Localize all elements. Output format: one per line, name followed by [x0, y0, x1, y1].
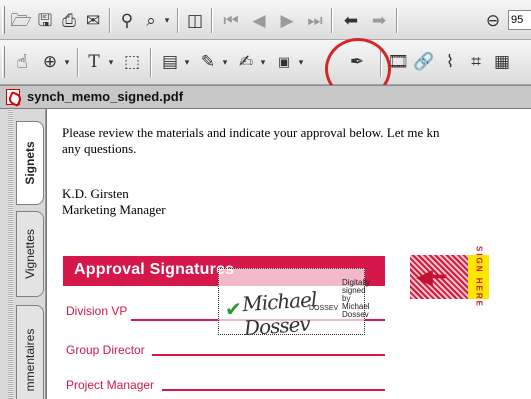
toolbar-grip[interactable] [2, 6, 5, 34]
role-label: Group Director [66, 343, 145, 357]
form-tool-icon[interactable]: ▦ [490, 50, 514, 74]
sign-here-sticker[interactable]: ◀━ SIGN HERE [410, 246, 489, 308]
tab-label: Signets [23, 141, 37, 185]
toolbar-divider [396, 8, 398, 33]
sender-title: Marketing Manager [62, 202, 166, 217]
navigation-pane: Signets Vignettes mmentaires [0, 109, 46, 399]
main-toolbar: 🗁 🖫 ⎙ ✉ ⚲ ⌕ ▾ ◫ ⏮ ◀ ▶ ⏭ ⬅ ➡ ⊖ 95 [0, 0, 531, 40]
save-icon[interactable]: 🖫 [34, 10, 56, 32]
crop-tool-icon[interactable]: ⌗ [464, 50, 488, 74]
toolbar-divider [77, 48, 79, 77]
find-icon[interactable]: ⌕ [140, 10, 162, 32]
signature-field[interactable]: ✔ Michael Dossev DOSSEV Digitally signed… [218, 268, 370, 340]
text-select-icon[interactable]: T [82, 50, 106, 74]
chevron-down-icon[interactable]: ▾ [296, 54, 306, 72]
search-icon[interactable]: ⚲ [116, 10, 138, 32]
print-icon[interactable]: ⎙ [58, 10, 80, 32]
role-label: Division VP [66, 304, 128, 318]
highlight-tool-icon[interactable]: ✍ [234, 50, 258, 74]
chevron-down-icon[interactable]: ▾ [62, 54, 72, 72]
signature-line [152, 354, 385, 356]
document-title: synch_memo_signed.pdf [27, 89, 184, 104]
zoom-out-icon[interactable]: ⊖ [482, 10, 504, 32]
toolbar-divider [331, 8, 333, 33]
tab-comments[interactable]: mmentaires [16, 305, 44, 399]
go-back-icon[interactable]: ⬅ [340, 10, 362, 32]
check-icon: ✔ [225, 297, 242, 321]
note-tool-icon[interactable]: ▤ [158, 50, 182, 74]
sign-here-label: SIGN HERE [468, 246, 489, 308]
tab-thumbnails[interactable]: Vignettes [16, 211, 44, 297]
email-icon[interactable]: ✉ [82, 10, 104, 32]
next-page-icon[interactable]: ▶ [276, 10, 298, 32]
tab-bookmarks[interactable]: Signets [16, 121, 44, 205]
last-page-icon[interactable]: ⏭ [304, 10, 326, 32]
sender-name: K.D. Girsten [62, 186, 129, 201]
hand-tool-icon[interactable]: ☝ [10, 50, 34, 74]
sign-here-text: SIGN HERE [474, 245, 483, 309]
chevron-down-icon[interactable]: ▾ [162, 12, 172, 30]
tab-label: Vignettes [23, 229, 37, 279]
first-page-icon[interactable]: ⏮ [220, 10, 242, 32]
link-tool-icon[interactable]: 🔗 [412, 50, 436, 74]
body-text: Please review the materials and indicate… [62, 125, 440, 140]
approval-title: Approval Signatures [74, 261, 235, 278]
toolbar-divider [109, 8, 111, 33]
chevron-down-icon[interactable]: ▾ [220, 54, 230, 72]
article-tool-icon[interactable]: ⌇ [438, 50, 462, 74]
toolbar-divider [211, 8, 213, 33]
pencil-tool-icon[interactable]: ✎ [196, 50, 220, 74]
document-titlebar: synch_memo_signed.pdf [0, 85, 531, 109]
signer-name: DOSSEV [309, 305, 339, 312]
toolbar-grip[interactable] [2, 46, 5, 78]
pages-icon[interactable]: ◫ [184, 10, 206, 32]
tools-toolbar: ☝ ⊕ ▾ T ▾ ⬚ ▤ ▾ ✎ ▾ ✍ ▾ ▣ ▾ ✒ 🎞 🔗 ⌇ ⌗ ▦ [0, 40, 531, 85]
role-label: Project Manager [66, 378, 155, 392]
chevron-down-icon[interactable]: ▾ [258, 54, 268, 72]
tab-label: mmentaires [23, 328, 37, 392]
go-forward-icon[interactable]: ➡ [368, 10, 390, 32]
toolbar-divider [177, 8, 179, 33]
chevron-down-icon[interactable]: ▾ [182, 54, 192, 72]
open-icon[interactable]: 🗁 [10, 10, 32, 32]
previous-page-icon[interactable]: ◀ [248, 10, 270, 32]
pdf-icon [6, 89, 20, 105]
zoom-input[interactable]: 95 [508, 10, 531, 30]
signature-line [162, 389, 385, 391]
graphics-select-icon[interactable]: ⬚ [120, 50, 144, 74]
stamp-tool-icon[interactable]: ▣ [272, 50, 296, 74]
arrow-left-icon: ◀━ [416, 264, 447, 289]
digital-signature-text: Digitally signed by Michael Dossev [342, 279, 370, 319]
chevron-down-icon[interactable]: ▾ [106, 54, 116, 72]
toolbar-divider [150, 48, 152, 77]
digital-line: Dossev [342, 310, 369, 319]
body-text: any questions. [62, 141, 137, 156]
zoom-tool-icon[interactable]: ⊕ [38, 50, 62, 74]
